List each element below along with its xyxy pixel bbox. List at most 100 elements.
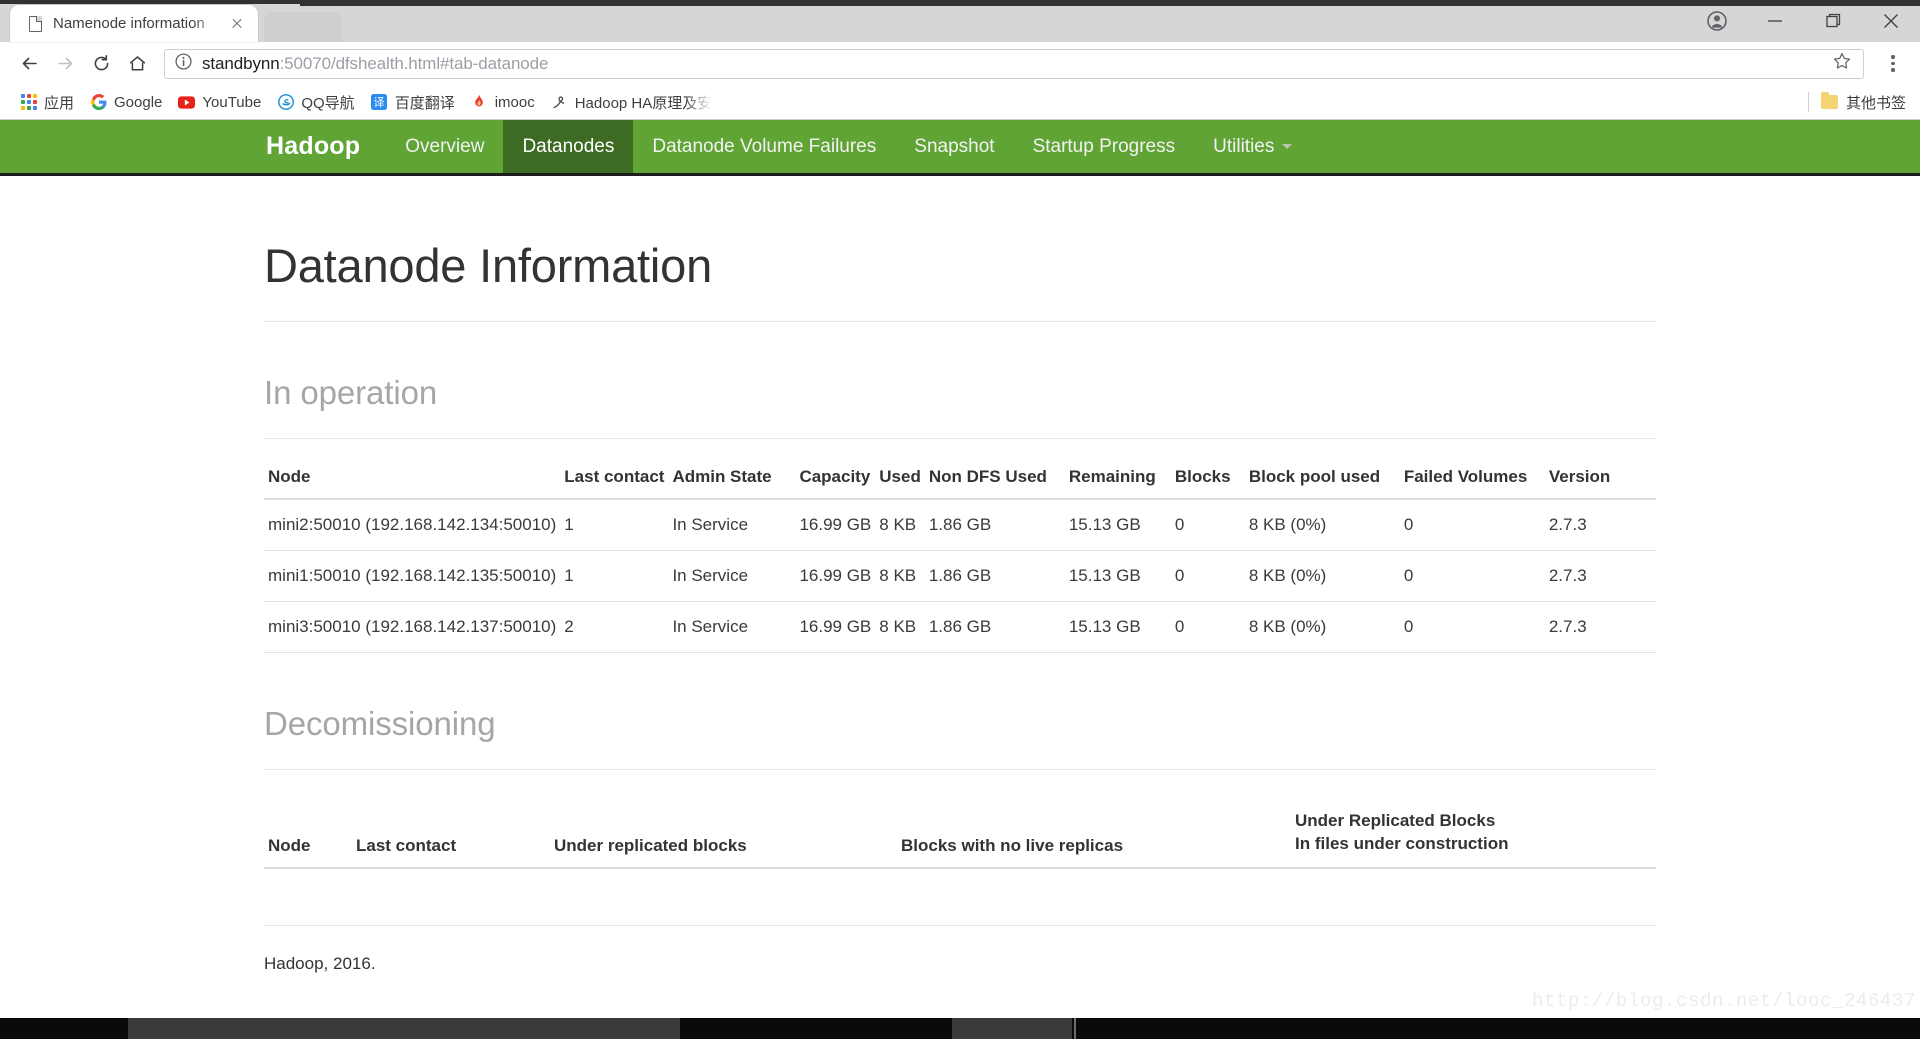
bookmark-imooc[interactable]: imooc bbox=[463, 89, 543, 115]
account-icon[interactable] bbox=[1688, 0, 1746, 42]
nav-item-overview[interactable]: Overview bbox=[386, 120, 503, 173]
youtube-icon bbox=[178, 94, 196, 111]
cell-failed-volumes: 0 bbox=[1399, 499, 1545, 551]
bookmark-label: Google bbox=[114, 93, 163, 111]
browser-tab[interactable]: Namenode information bbox=[10, 5, 258, 42]
cell-failed-volumes: 0 bbox=[1399, 550, 1545, 602]
window-edge-left bbox=[0, 0, 300, 4]
col-dec-node[interactable]: Node bbox=[264, 790, 352, 869]
cell-version: 2.7.3 bbox=[1544, 550, 1656, 602]
browser-toolbar: standbynn:50070/dfshealth.html#tab-datan… bbox=[0, 42, 1920, 85]
in-operation-table: Node Last contact Admin State Capacity U… bbox=[264, 447, 1656, 653]
other-bookmarks-group: 其他书签 bbox=[1807, 92, 1906, 113]
nav-item-datanodes[interactable]: Datanodes bbox=[503, 120, 634, 173]
col-line-2: In files under construction bbox=[1295, 833, 1509, 853]
bookmarks-bar: 应用 Google YouTube QQ导航 译 百度翻译 imooc Hado… bbox=[0, 85, 1920, 120]
col-capacity[interactable]: Capacity bbox=[795, 447, 876, 500]
url-text: standbynn:50070/dfshealth.html#tab-datan… bbox=[202, 54, 1826, 74]
cell-remaining: 15.13 GB bbox=[1064, 499, 1171, 551]
bookmark-label: imooc bbox=[494, 93, 535, 111]
home-icon[interactable] bbox=[120, 47, 154, 81]
bookmark-google[interactable]: Google bbox=[82, 89, 170, 115]
close-icon[interactable] bbox=[226, 13, 248, 35]
col-under-replicated-blocks[interactable]: Under replicated blocks bbox=[550, 790, 897, 869]
minimize-icon[interactable] bbox=[1746, 0, 1804, 42]
new-tab-button[interactable] bbox=[264, 12, 342, 42]
three-dots-menu-icon[interactable] bbox=[1878, 47, 1908, 81]
reload-icon[interactable] bbox=[84, 47, 118, 81]
bookmark-site-icon bbox=[551, 94, 568, 111]
page-title: Datanode Information bbox=[264, 238, 1656, 322]
col-failed-volumes[interactable]: Failed Volumes bbox=[1399, 447, 1545, 500]
browser-window: Namenode information standbynn:50070/dfs… bbox=[0, 0, 1920, 1039]
bookmark-hadoop-ha[interactable]: Hadoop HA原理及安 bbox=[543, 89, 721, 115]
table-row: mini3:50010 (192.168.142.137:50010) 2 In… bbox=[264, 601, 1656, 653]
cell-blocks: 0 bbox=[1170, 499, 1245, 551]
info-circle-icon[interactable] bbox=[174, 52, 193, 76]
page-icon bbox=[26, 15, 44, 33]
bookmark-baidu-translate[interactable]: 译 百度翻译 bbox=[363, 89, 463, 115]
cell-node[interactable]: mini2:50010 (192.168.142.134:50010) bbox=[264, 499, 561, 551]
col-non-dfs-used[interactable]: Non DFS Used bbox=[924, 447, 1065, 500]
maximize-icon[interactable] bbox=[1804, 0, 1862, 42]
nav-item-utilities[interactable]: Utilities bbox=[1194, 120, 1311, 173]
chevron-down-icon bbox=[1282, 144, 1293, 149]
col-admin-state[interactable]: Admin State bbox=[668, 447, 796, 500]
page-footer: Hadoop, 2016. bbox=[264, 924, 1656, 974]
taskbar-divider bbox=[1074, 1018, 1076, 1039]
taskbar-window-button[interactable] bbox=[128, 1018, 680, 1039]
nav-label: Utilities bbox=[1213, 135, 1275, 157]
baidu-translate-icon: 译 bbox=[371, 94, 388, 111]
cell-node[interactable]: mini3:50010 (192.168.142.137:50010) bbox=[264, 601, 561, 653]
col-line-1: Under Replicated Blocks bbox=[1295, 811, 1496, 830]
cell-node[interactable]: mini1:50010 (192.168.142.135:50010) bbox=[264, 550, 561, 602]
bookmark-apps[interactable]: 应用 bbox=[12, 89, 82, 115]
address-bar[interactable]: standbynn:50070/dfshealth.html#tab-datan… bbox=[164, 48, 1864, 79]
decommissioning-table: Node Last contact Under replicated block… bbox=[264, 790, 1656, 869]
navbar-brand[interactable]: Hadoop bbox=[250, 120, 386, 173]
tab-title: Namenode information bbox=[53, 15, 205, 32]
col-last-contact[interactable]: Last contact bbox=[560, 447, 669, 500]
col-blocks[interactable]: Blocks bbox=[1170, 447, 1245, 500]
bookmark-label: 百度翻译 bbox=[394, 94, 455, 112]
star-icon[interactable] bbox=[1832, 51, 1854, 76]
bookmark-qq-nav[interactable]: QQ导航 bbox=[269, 89, 362, 115]
table-row: mini1:50010 (192.168.142.135:50010) 1 In… bbox=[264, 550, 1656, 602]
flame-icon bbox=[471, 94, 488, 111]
svg-text:译: 译 bbox=[374, 96, 385, 109]
col-block-pool-used[interactable]: Block pool used bbox=[1244, 447, 1400, 500]
cell-used: 8 KB bbox=[875, 499, 925, 551]
col-used[interactable]: Used bbox=[875, 447, 925, 500]
col-dec-last-contact[interactable]: Last contact bbox=[352, 790, 550, 869]
cell-admin-state: In Service bbox=[668, 601, 796, 653]
back-arrow-icon[interactable] bbox=[12, 47, 46, 81]
cell-capacity: 16.99 GB bbox=[795, 499, 876, 551]
nav-item-snapshot[interactable]: Snapshot bbox=[895, 120, 1013, 173]
divider bbox=[1807, 92, 1809, 112]
cell-last-contact: 2 bbox=[560, 601, 669, 653]
bookmark-youtube[interactable]: YouTube bbox=[170, 89, 269, 115]
cell-used: 8 KB bbox=[875, 550, 925, 602]
nav-item-datanode-volume-failures[interactable]: Datanode Volume Failures bbox=[633, 120, 895, 173]
cell-version: 2.7.3 bbox=[1544, 601, 1656, 653]
nav-item-startup-progress[interactable]: Startup Progress bbox=[1014, 120, 1195, 173]
col-remaining[interactable]: Remaining bbox=[1064, 447, 1171, 500]
taskbar-tray-button[interactable] bbox=[952, 1018, 1072, 1039]
watermark-text: http://blog.csdn.net/looc_246437 bbox=[1531, 990, 1916, 1012]
cell-used: 8 KB bbox=[875, 601, 925, 653]
taskbar bbox=[0, 1018, 1920, 1039]
other-bookmarks-label[interactable]: 其他书签 bbox=[1846, 92, 1906, 113]
nav-label: Datanode Volume Failures bbox=[652, 135, 877, 157]
cell-capacity: 16.99 GB bbox=[795, 550, 876, 602]
forward-arrow-icon[interactable] bbox=[48, 47, 82, 81]
tab-strip: Namenode information bbox=[0, 0, 1920, 42]
col-node[interactable]: Node bbox=[264, 447, 561, 500]
cell-block-pool-used: 8 KB (0%) bbox=[1244, 550, 1400, 602]
in-operation-rows: mini2:50010 (192.168.142.134:50010) 1 In… bbox=[264, 499, 1656, 653]
close-icon[interactable] bbox=[1862, 0, 1920, 42]
nav-label: Overview bbox=[405, 135, 485, 157]
col-version[interactable]: Version bbox=[1544, 447, 1656, 500]
col-under-replicated-in-files-under-construction[interactable]: Under Replicated Blocks In files under co… bbox=[1291, 790, 1656, 869]
nav-label: Snapshot bbox=[914, 135, 995, 157]
col-blocks-no-live-replicas[interactable]: Blocks with no live replicas bbox=[897, 790, 1291, 869]
